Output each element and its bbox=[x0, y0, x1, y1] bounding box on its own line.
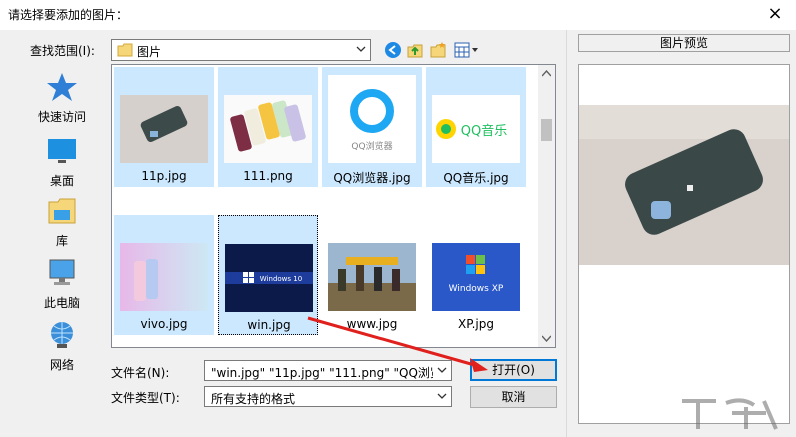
back-icon[interactable] bbox=[384, 41, 402, 59]
place-label: 桌面 bbox=[49, 174, 74, 188]
star-icon bbox=[47, 73, 77, 101]
filename-label: 文件名(N): bbox=[111, 366, 170, 380]
scroll-down-icon[interactable] bbox=[542, 334, 551, 342]
scroll-up-icon[interactable] bbox=[542, 70, 551, 78]
file-name: QQ浏览器.jpg bbox=[333, 171, 411, 185]
close-button[interactable]: × bbox=[762, 2, 788, 26]
preview-pane bbox=[578, 64, 790, 424]
lookin-dropdown[interactable]: 图片 bbox=[111, 39, 371, 61]
dialog-title: 请选择要添加的图片： bbox=[8, 8, 129, 22]
filetype-value: 所有支持的格式 bbox=[211, 392, 296, 406]
dialog-titlebar: 请选择要添加的图片： × bbox=[0, 0, 796, 30]
file-item-qq-browser[interactable]: QQ浏览器 QQ浏览器.jpg bbox=[322, 67, 422, 187]
thumb-text: QQ音乐 bbox=[461, 123, 507, 139]
file-item-11p[interactable]: 11p.jpg bbox=[114, 67, 214, 187]
view-menu-icon[interactable] bbox=[454, 42, 480, 58]
place-library[interactable]: 库 bbox=[19, 196, 105, 256]
preview-image bbox=[579, 105, 789, 265]
lookin-label: 查找范围(I): bbox=[30, 44, 95, 58]
places-bar: 快速访问 桌面 库 此电脑 网络 bbox=[19, 64, 105, 384]
filetype-label: 文件类型(T): bbox=[111, 391, 180, 405]
thumb-text: Windows XP bbox=[449, 284, 504, 294]
file-item-111[interactable]: 111.png bbox=[218, 67, 318, 187]
place-label: 网络 bbox=[49, 358, 74, 372]
thumb-text: Windows 10 bbox=[260, 275, 302, 283]
scrollbar-thumb[interactable] bbox=[541, 119, 552, 141]
image-thumbnail: QQ音乐 bbox=[432, 95, 520, 163]
thumb-text: QQ浏览器 bbox=[351, 140, 392, 152]
chevron-down-icon bbox=[356, 46, 366, 52]
filetype-dropdown[interactable]: 所有支持的格式 bbox=[204, 386, 452, 407]
new-folder-icon[interactable] bbox=[429, 41, 447, 59]
preview-header: 图片预览 bbox=[578, 34, 790, 52]
image-thumbnail: QQ浏览器 bbox=[328, 75, 416, 163]
folder-icon bbox=[117, 43, 133, 57]
file-list[interactable]: 11p.jpg 111.png QQ浏览器 QQ浏览器.jpg QQ音乐 QQ音… bbox=[111, 64, 556, 348]
file-item-vivo[interactable]: vivo.jpg bbox=[114, 215, 214, 335]
chevron-down-icon bbox=[437, 393, 447, 399]
vertical-scrollbar[interactable] bbox=[538, 65, 555, 347]
place-this-pc[interactable]: 此电脑 bbox=[19, 258, 105, 318]
network-icon bbox=[51, 322, 73, 348]
place-desktop[interactable]: 桌面 bbox=[19, 136, 105, 196]
file-name: QQ音乐.jpg bbox=[443, 171, 509, 185]
place-label: 此电脑 bbox=[43, 296, 80, 310]
library-icon bbox=[48, 198, 76, 224]
pane-divider bbox=[566, 30, 567, 437]
file-item-qq-music[interactable]: QQ音乐 QQ音乐.jpg bbox=[426, 67, 526, 187]
computer-icon bbox=[49, 259, 75, 285]
place-network[interactable]: 网络 bbox=[19, 320, 105, 380]
image-thumbnail bbox=[120, 95, 208, 163]
place-label: 库 bbox=[55, 234, 68, 248]
file-name: 11p.jpg bbox=[141, 169, 187, 183]
file-name: 111.png bbox=[243, 169, 293, 183]
desktop-icon bbox=[48, 139, 76, 163]
image-thumbnail: Windows 10 bbox=[225, 244, 313, 312]
image-thumbnail bbox=[224, 95, 312, 163]
cancel-button[interactable]: 取消 bbox=[470, 386, 557, 408]
image-thumbnail: Windows XP bbox=[432, 243, 520, 311]
up-folder-icon[interactable] bbox=[406, 41, 424, 59]
image-thumbnail bbox=[328, 243, 416, 311]
image-thumbnail bbox=[120, 243, 208, 311]
place-label: 快速访问 bbox=[37, 110, 86, 124]
file-name: vivo.jpg bbox=[140, 317, 188, 331]
annotation-arrow bbox=[307, 316, 488, 372]
place-quick-access[interactable]: 快速访问 bbox=[19, 72, 105, 132]
watermark-logo bbox=[682, 398, 778, 430]
lookin-value: 图片 bbox=[137, 45, 162, 59]
